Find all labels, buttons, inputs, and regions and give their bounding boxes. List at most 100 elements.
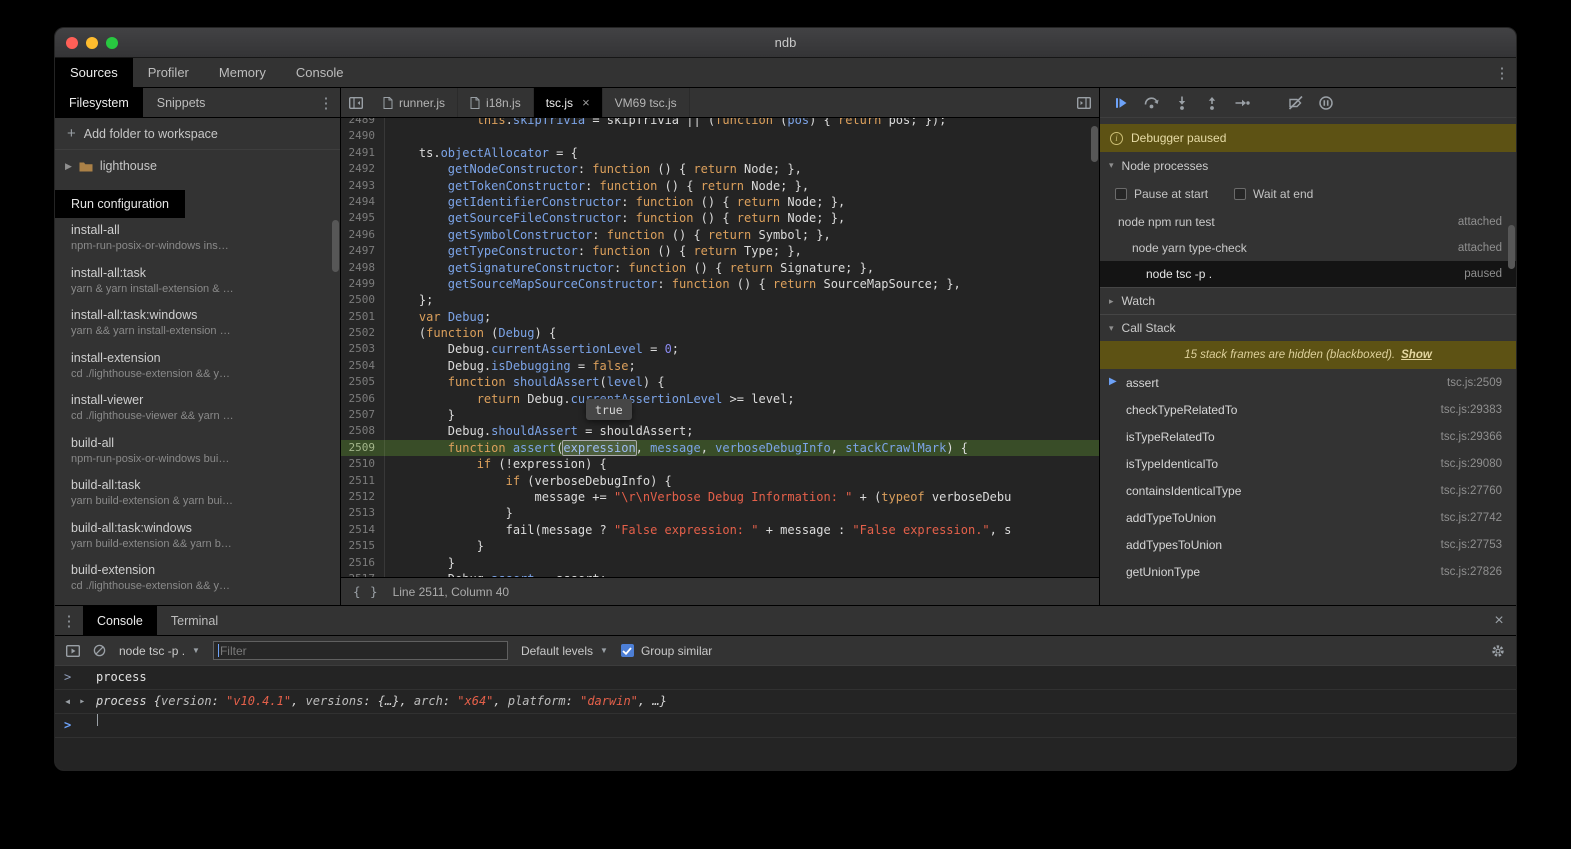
workspace-folder-row[interactable]: ▶ lighthouse	[55, 150, 340, 182]
line-number[interactable]: 2515	[341, 538, 385, 554]
code-line[interactable]: 2501 var Debug;	[341, 309, 1099, 325]
maximize-window-button[interactable]	[106, 37, 118, 49]
line-number[interactable]: 2502	[341, 325, 385, 341]
code-line[interactable]: 2511 if (verboseDebugInfo) {	[341, 473, 1099, 489]
code-line[interactable]: 2507 }	[341, 407, 1099, 423]
add-folder-button[interactable]: + Add folder to workspace	[55, 118, 340, 150]
call-stack-frame[interactable]: containsIdenticalTypetsc.js:27760	[1100, 477, 1516, 504]
line-number[interactable]: 2508	[341, 423, 385, 439]
line-number[interactable]: 2490	[341, 128, 385, 144]
scrollbar-thumb[interactable]	[332, 220, 339, 272]
node-process-row[interactable]: node tsc -p .paused	[1100, 261, 1516, 287]
step-out-icon[interactable]	[1204, 95, 1220, 111]
sidebar-menu-kebab-icon[interactable]: ⋮	[312, 88, 340, 117]
editor-tab[interactable]: VM69 tsc.js	[603, 88, 690, 117]
console-filter-input[interactable]	[213, 641, 508, 660]
toggle-debugger-sidebar-icon[interactable]	[1069, 88, 1099, 117]
group-similar-option[interactable]: Group similar	[621, 644, 712, 658]
checkbox-icon[interactable]	[1234, 188, 1246, 200]
line-number[interactable]: 2495	[341, 210, 385, 226]
main-tab-sources[interactable]: Sources	[55, 58, 133, 87]
run-config-item[interactable]: install-extensioncd ./lighthouse-extensi…	[55, 346, 340, 389]
line-number[interactable]: 2512	[341, 489, 385, 505]
process-option-wait-at-end[interactable]: Wait at end	[1234, 187, 1313, 201]
run-config-item[interactable]: install-all:task:windowsyarn && yarn ins…	[55, 303, 340, 346]
console-message-input[interactable]: >process	[55, 666, 1516, 690]
code-line[interactable]: 2496 getSymbolConstructor: function () {…	[341, 227, 1099, 243]
pause-on-exceptions-icon[interactable]	[1318, 95, 1334, 111]
close-window-button[interactable]	[66, 37, 78, 49]
code-line[interactable]: 2508 Debug.shouldAssert = shouldAssert;	[341, 423, 1099, 439]
code-line[interactable]: 2492 getNodeConstructor: function () { r…	[341, 161, 1099, 177]
show-blackboxed-link[interactable]: Show	[1401, 349, 1432, 361]
node-processes-header[interactable]: ▾ Node processes	[1100, 152, 1516, 179]
line-number[interactable]: 2497	[341, 243, 385, 259]
minimize-window-button[interactable]	[86, 37, 98, 49]
line-number[interactable]: 2501	[341, 309, 385, 325]
resume-icon[interactable]	[1113, 95, 1129, 111]
code-line[interactable]: 2509 function assert(expression, message…	[341, 440, 1099, 456]
step-into-icon[interactable]	[1174, 95, 1190, 111]
run-config-item[interactable]: build-all:taskyarn build-extension & yar…	[55, 473, 340, 516]
run-config-item[interactable]: install-all:taskyarn & yarn install-exte…	[55, 261, 340, 304]
step-icon[interactable]	[1234, 95, 1250, 111]
line-number[interactable]: 2498	[341, 260, 385, 276]
execution-context-selector[interactable]: node tsc -p . ▼	[119, 644, 200, 658]
line-number[interactable]: 2513	[341, 505, 385, 521]
line-number[interactable]: 2509	[341, 440, 385, 456]
line-number[interactable]: 2504	[341, 358, 385, 374]
line-number[interactable]: 2494	[341, 194, 385, 210]
run-config-item[interactable]: build-allnpm-run-posix-or-windows bui…	[55, 431, 340, 474]
line-number[interactable]: 2491	[341, 145, 385, 161]
titlebar[interactable]: ndb	[55, 28, 1516, 58]
step-over-icon[interactable]	[1143, 95, 1160, 111]
deactivate-breakpoints-icon[interactable]	[1288, 95, 1304, 111]
code-line[interactable]: 2512 message += "\r\nVerbose Debug Infor…	[341, 489, 1099, 505]
checkbox-icon[interactable]	[1115, 188, 1127, 200]
code-line[interactable]: 2493 getTokenConstructor: function () { …	[341, 178, 1099, 194]
checkbox-checked-icon[interactable]	[621, 644, 634, 657]
process-option-pause-at-start[interactable]: Pause at start	[1115, 187, 1208, 201]
call-stack-frame[interactable]: ▶asserttsc.js:2509	[1100, 369, 1516, 396]
line-number[interactable]: 2492	[341, 161, 385, 177]
scrollbar-thumb[interactable]	[1508, 225, 1515, 269]
call-stack-frame[interactable]: isTypeIdenticalTotsc.js:29080	[1100, 450, 1516, 477]
editor-tab[interactable]: runner.js	[371, 88, 458, 117]
line-number[interactable]: 2505	[341, 374, 385, 390]
drawer-tab-terminal[interactable]: Terminal	[157, 606, 232, 635]
line-number[interactable]: 2511	[341, 473, 385, 489]
editor-tab[interactable]: tsc.js×	[534, 88, 603, 117]
code-line[interactable]: 2515 }	[341, 538, 1099, 554]
expand-triangle-icon[interactable]: ▸	[79, 690, 85, 713]
console-message-prompt[interactable]: >	[55, 714, 1516, 738]
code-line[interactable]: 2504 Debug.isDebugging = false;	[341, 358, 1099, 374]
scrollbar-thumb[interactable]	[1091, 126, 1098, 162]
code-line[interactable]: 2517 Debug.assert = assert;	[341, 571, 1099, 577]
code-line[interactable]: 2490	[341, 128, 1099, 144]
line-number[interactable]: 2496	[341, 227, 385, 243]
line-number[interactable]: 2507	[341, 407, 385, 423]
clear-console-icon[interactable]	[93, 644, 106, 657]
close-drawer-icon[interactable]: ×	[1482, 606, 1516, 635]
line-number[interactable]: 2506	[341, 391, 385, 407]
call-stack-frame[interactable]: addTypesToUniontsc.js:27753	[1100, 531, 1516, 558]
code-line[interactable]: 2489 this.skipTrivia = skipTrivia || (fu…	[341, 118, 1099, 128]
sidebar-tab-filesystem[interactable]: Filesystem	[55, 88, 143, 117]
console-messages[interactable]: >process◂▸process {version: "v10.4.1", v…	[55, 666, 1516, 770]
code-line[interactable]: 2495 getSourceFileConstructor: function …	[341, 210, 1099, 226]
run-config-item[interactable]: build-extensioncd ./lighthouse-extension…	[55, 558, 340, 601]
node-process-row[interactable]: node yarn type-checkattached	[1100, 235, 1516, 261]
line-number[interactable]: 2514	[341, 522, 385, 538]
code-line[interactable]: 2497 getTypeConstructor: function () { r…	[341, 243, 1099, 259]
close-tab-icon[interactable]: ×	[582, 95, 590, 110]
code-line[interactable]: 2510 if (!expression) {	[341, 456, 1099, 472]
call-stack-frame[interactable]: addTypeToUniontsc.js:27742	[1100, 504, 1516, 531]
code-line[interactable]: 2498 getSignatureConstructor: function (…	[341, 260, 1099, 276]
line-number[interactable]: 2516	[341, 555, 385, 571]
code-line[interactable]: 2503 Debug.currentAssertionLevel = 0;	[341, 341, 1099, 357]
log-levels-dropdown[interactable]: Default levels ▼	[521, 644, 608, 658]
watch-section-header[interactable]: ▸ Watch	[1100, 287, 1516, 314]
line-number[interactable]: 2500	[341, 292, 385, 308]
drawer-tab-console[interactable]: Console	[83, 606, 157, 635]
line-number[interactable]: 2499	[341, 276, 385, 292]
